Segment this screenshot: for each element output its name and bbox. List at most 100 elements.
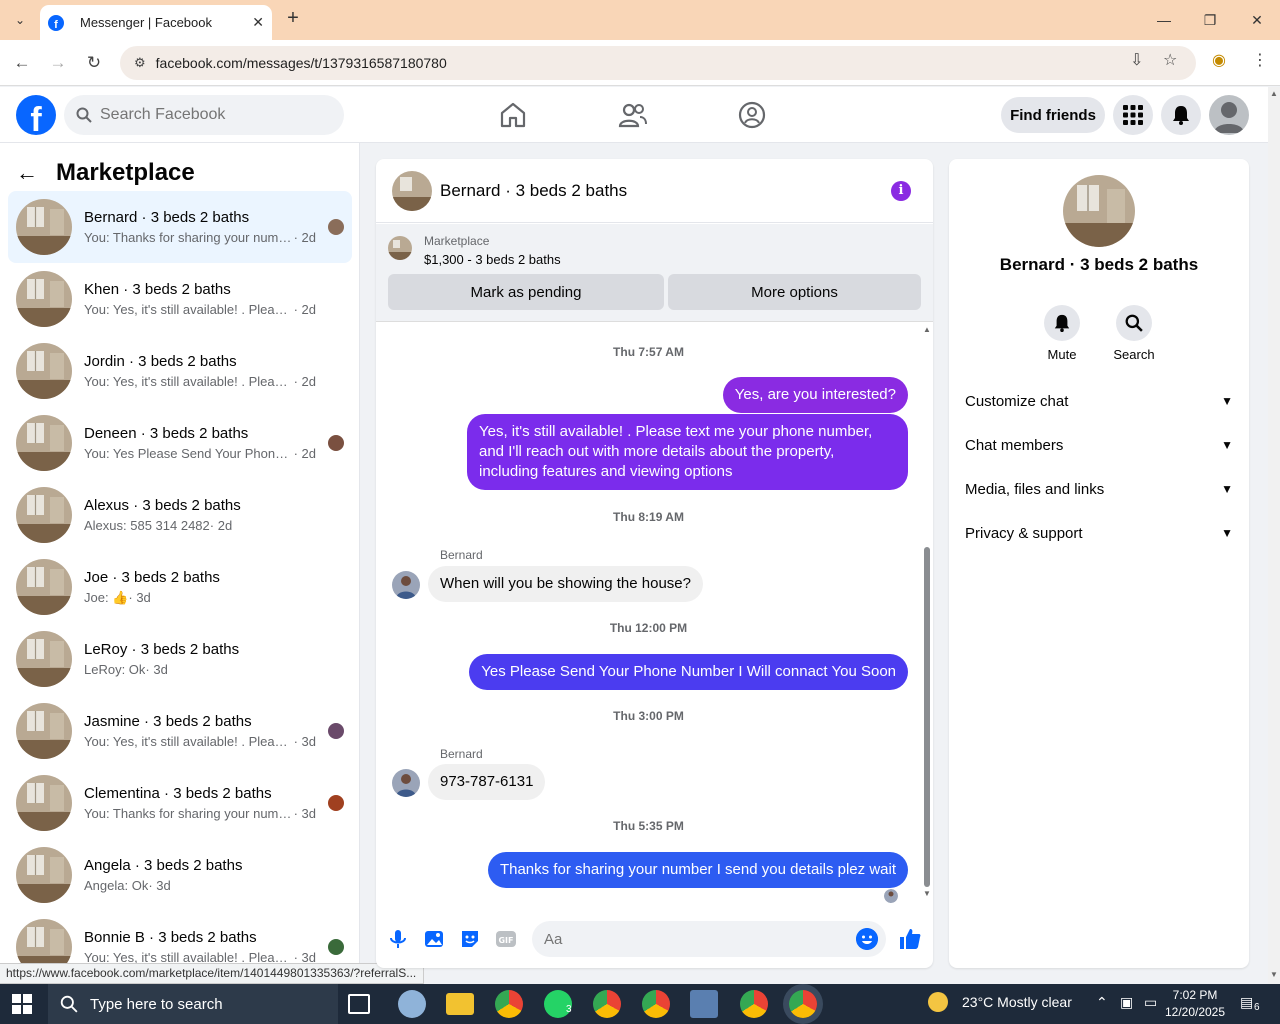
- file-explorer-icon[interactable]: [446, 993, 474, 1015]
- listing-price-title[interactable]: $1,300 - 3 beds 2 baths: [424, 252, 561, 267]
- page-scrollbar[interactable]: ▲ ▼: [1268, 87, 1280, 984]
- conversation-item[interactable]: Khen · 3 beds 2 baths You: Yes, it's stil…: [8, 263, 352, 335]
- close-window-icon[interactable]: ✕: [1245, 8, 1269, 32]
- facebook-header: f Find friends: [0, 87, 1268, 143]
- forward-icon[interactable]: →: [46, 51, 70, 75]
- conversation-item[interactable]: Jordin · 3 beds 2 baths You: Yes, it's st…: [8, 335, 352, 407]
- tray-chevron-up-icon[interactable]: ⌃: [1096, 994, 1108, 1011]
- chrome-icon[interactable]: [495, 990, 523, 1018]
- mute-action[interactable]: Mute: [1032, 305, 1092, 362]
- more-options-button[interactable]: More options: [668, 274, 921, 310]
- chevron-down-icon: ▼: [1221, 526, 1233, 540]
- minimize-icon[interactable]: —: [1152, 8, 1176, 32]
- scroll-down-icon[interactable]: ▼: [923, 889, 931, 898]
- thread-scrollbar[interactable]: ▲ ▼: [921, 323, 933, 899]
- scroll-up-icon[interactable]: ▲: [923, 325, 931, 334]
- listing-small-thumbnail[interactable]: [388, 236, 412, 260]
- reload-icon[interactable]: ↻: [82, 51, 106, 75]
- taskbar-search-box[interactable]: Type here to search: [48, 984, 338, 1024]
- conversation-item[interactable]: Jasmine · 3 beds 2 baths You: Yes, it's s…: [8, 695, 352, 767]
- back-icon[interactable]: ←: [10, 51, 34, 75]
- conversation-item[interactable]: Clementina · 3 beds 2 baths You: Thanks f…: [8, 767, 352, 839]
- restore-icon[interactable]: ❐: [1198, 8, 1222, 32]
- listing-thumbnail: [16, 559, 72, 615]
- sender-avatar[interactable]: [392, 769, 420, 797]
- outgoing-message[interactable]: Yes Please Send Your Phone Number I Will…: [469, 654, 908, 690]
- chrome-active-icon[interactable]: [789, 990, 817, 1018]
- home-icon[interactable]: [497, 99, 529, 131]
- chrome-profile-icon[interactable]: [642, 990, 670, 1018]
- paint-app-icon[interactable]: [398, 990, 426, 1018]
- conversation-preview-line: LeRoy: Ok · 3d: [84, 662, 316, 677]
- profile-icon[interactable]: ◉: [1212, 50, 1226, 70]
- chrome-profile-icon[interactable]: [740, 990, 768, 1018]
- back-arrow-icon[interactable]: ←: [16, 160, 38, 186]
- omnibox[interactable]: ⚙ facebook.com/messages/t/13793165871807…: [120, 46, 1196, 80]
- network-icon[interactable]: ▭: [1144, 994, 1157, 1011]
- message-thread[interactable]: Thu 7:57 AM Yes, are you interested? Yes…: [376, 323, 921, 899]
- account-avatar[interactable]: [1209, 95, 1249, 135]
- facebook-logo-icon[interactable]: f: [16, 95, 56, 135]
- scroll-up-icon[interactable]: ▲: [1270, 89, 1278, 98]
- windows-start-icon[interactable]: [12, 994, 32, 1014]
- weather-widget[interactable]: 23°C Mostly clear: [928, 992, 1072, 1012]
- outgoing-message[interactable]: Yes, are you interested?: [722, 377, 908, 413]
- notification-center-icon[interactable]: ▤: [1240, 994, 1253, 1011]
- media-files-links-row[interactable]: Media, files and links ▼: [965, 471, 1233, 507]
- conversation-preview-line: You: Thanks for sharing your numb... · 2d: [84, 230, 316, 245]
- bell-icon: [1054, 314, 1070, 332]
- tray-device-icon[interactable]: ▣: [1120, 994, 1133, 1011]
- browser-menu-icon[interactable]: ⋮: [1252, 50, 1268, 70]
- conversation-item[interactable]: Bernard · 3 beds 2 baths You: Thanks for …: [8, 191, 352, 263]
- outgoing-message[interactable]: Yes, it's still available! . Please text…: [467, 414, 908, 490]
- message-input[interactable]: [544, 930, 844, 948]
- sender-avatar[interactable]: [392, 571, 420, 599]
- thumbs-up-icon[interactable]: [898, 927, 922, 951]
- friends-icon[interactable]: [617, 99, 649, 131]
- system-clock[interactable]: 7:02 PM 12/20/2025: [1164, 987, 1226, 1021]
- conversation-info-icon[interactable]: i: [891, 181, 911, 201]
- tab-close-icon[interactable]: ✕: [252, 14, 264, 31]
- install-app-icon[interactable]: ⇩: [1130, 50, 1143, 70]
- search-action[interactable]: Search: [1104, 305, 1164, 362]
- browser-tab[interactable]: f Messenger | Facebook ✕: [40, 5, 272, 40]
- message-input-box[interactable]: [532, 921, 886, 957]
- chrome-profile-icon[interactable]: [593, 990, 621, 1018]
- outgoing-message[interactable]: Thanks for sharing your number I send yo…: [487, 852, 908, 888]
- notifications-button[interactable]: [1161, 95, 1201, 135]
- chat-members-row[interactable]: Chat members ▼: [965, 427, 1233, 463]
- remote-desktop-icon[interactable]: [690, 990, 718, 1018]
- search-input[interactable]: [100, 106, 320, 124]
- conversation-item[interactable]: LeRoy · 3 beds 2 baths LeRoy: Ok · 3d: [8, 623, 352, 695]
- mark-as-pending-button[interactable]: Mark as pending: [388, 274, 664, 310]
- task-view-icon[interactable]: [348, 994, 370, 1014]
- incoming-message[interactable]: 973-787-6131: [428, 764, 546, 800]
- url-text[interactable]: facebook.com/messages/t/1379316587180780: [156, 55, 447, 71]
- conversation-item[interactable]: Angela · 3 beds 2 baths Angela: Ok · 3d: [8, 839, 352, 911]
- bookmark-star-icon[interactable]: ☆: [1163, 50, 1177, 70]
- microphone-icon[interactable]: [386, 927, 410, 951]
- gif-icon[interactable]: GIF: [494, 927, 518, 951]
- find-friends-button[interactable]: Find friends: [1001, 97, 1105, 133]
- facebook-search-box[interactable]: [64, 95, 344, 135]
- scroll-down-icon[interactable]: ▼: [1270, 970, 1278, 979]
- new-tab-icon[interactable]: +: [282, 8, 304, 30]
- menu-grid-button[interactable]: [1113, 95, 1153, 135]
- conversation-item[interactable]: Alexus · 3 beds 2 baths Alexus: 585 314 2…: [8, 479, 352, 551]
- privacy-support-row[interactable]: Privacy & support ▼: [965, 515, 1233, 551]
- photo-icon[interactable]: [422, 927, 446, 951]
- scrollbar-thumb[interactable]: [924, 547, 930, 887]
- groups-icon[interactable]: [736, 99, 768, 131]
- listing-large-thumbnail[interactable]: [1063, 175, 1135, 247]
- conversation-item[interactable]: Deneen · 3 beds 2 baths You: Yes Please S…: [8, 407, 352, 479]
- seen-avatar: [328, 939, 344, 955]
- emoji-icon[interactable]: [856, 928, 878, 950]
- incoming-message[interactable]: When will you be showing the house?: [428, 566, 703, 602]
- customize-chat-row[interactable]: Customize chat ▼: [965, 383, 1233, 419]
- listing-thumbnail[interactable]: [392, 170, 432, 211]
- chat-title[interactable]: Bernard · 3 beds 2 baths: [440, 181, 627, 201]
- tab-search-chevron-icon[interactable]: ⌄: [8, 8, 32, 32]
- conversation-item[interactable]: Joe · 3 beds 2 baths Joe: 👍 · 3d: [8, 551, 352, 623]
- sticker-icon[interactable]: [458, 927, 482, 951]
- site-info-icon[interactable]: ⚙: [134, 55, 146, 71]
